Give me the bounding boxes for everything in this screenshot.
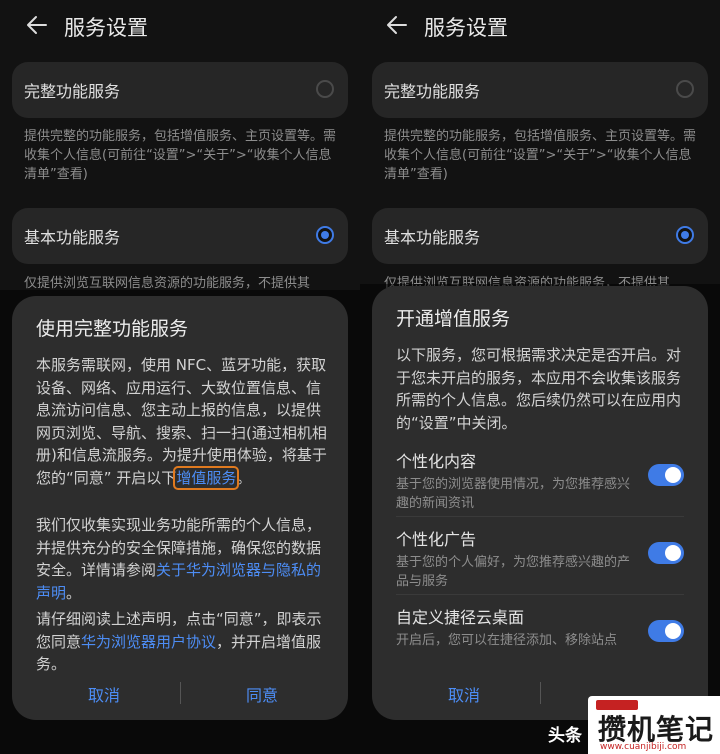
option-personalized-ads: 个性化广告 基于您的个人偏好，为您推荐感兴趣的产品与服务 [396, 526, 684, 591]
dialog-buttons: 取消 同意 [12, 668, 348, 720]
header: 服务设置 [0, 0, 360, 52]
full-service-dialog: 使用完整功能服务 本服务需联网，使用 NFC、蓝牙功能，获取设备、网络、应用运行… [12, 296, 348, 720]
personalized-content-toggle[interactable] [648, 464, 684, 486]
basic-service-radio[interactable] [676, 226, 694, 244]
full-service-desc: 提供完整的功能服务，包括增值服务、主页设置等。需收集个人信息(可前往“设置”>“… [384, 129, 697, 182]
option-title: 个性化内容 [396, 452, 477, 471]
watermark-prefix: 头条 [548, 726, 582, 746]
full-service-label: 完整功能服务 [24, 82, 121, 101]
dialog-title: 使用完整功能服务 [36, 318, 189, 340]
option-divider [396, 516, 684, 517]
option-title: 个性化广告 [396, 530, 477, 549]
option-title: 自定义捷径云桌面 [396, 608, 525, 627]
dialog-paragraph-1: 本服务需联网，使用 NFC、蓝牙功能，获取设备、网络、应用运行、大致位置信息、信… [36, 354, 328, 490]
personalized-ads-toggle[interactable] [648, 542, 684, 564]
dialog-p1-end: 。 [236, 468, 252, 487]
option-desc: 基于您的个人偏好，为您推荐感兴趣的产品与服务 [396, 555, 631, 589]
watermark-logo: 攒机笔记 www.cuanjibiji.com [588, 696, 720, 754]
watermark-url: www.cuanjibiji.com [600, 742, 687, 752]
option-personalized-content: 个性化内容 基于您的浏览器使用情况，为您推荐感兴趣的新闻资讯 [396, 448, 684, 513]
dialog-intro: 以下服务，您可根据需求决定是否开启。对于您未开启的服务，本应用不会收集该服务所需… [396, 346, 682, 432]
basic-service-label: 基本功能服务 [384, 228, 481, 247]
basic-service-option[interactable]: 基本功能服务 [372, 208, 708, 264]
full-service-desc: 提供完整的功能服务，包括增值服务、主页设置等。需收集个人信息(可前往“设置”>“… [24, 129, 337, 182]
header: 服务设置 [360, 0, 720, 52]
watermark: 头条 攒机笔记 www.cuanjibiji.com [548, 688, 720, 754]
basic-service-radio[interactable] [316, 226, 334, 244]
dialog-p1-text: 本服务需联网，使用 NFC、蓝牙功能，获取设备、网络、应用运行、大致位置信息、信… [36, 356, 327, 487]
full-service-option[interactable]: 完整功能服务 [372, 62, 708, 118]
option-desc: 开启后，您可以在捷径添加、移除站点 [396, 633, 618, 648]
full-service-option[interactable]: 完整功能服务 [12, 62, 348, 118]
page-title: 服务设置 [64, 16, 148, 40]
value-added-services-link[interactable]: 增值服务 [173, 465, 240, 490]
basic-service-option[interactable]: 基本功能服务 [12, 208, 348, 264]
option-custom-shortcut-desktop: 自定义捷径云桌面 开启后，您可以在捷径添加、移除站点 [396, 604, 684, 650]
full-service-label: 完整功能服务 [384, 82, 481, 101]
full-service-radio[interactable] [676, 80, 694, 98]
page-title: 服务设置 [424, 16, 508, 40]
left-screen: 服务设置 完整功能服务 提供完整的功能服务，包括增值服务、主页设置等。需收集个人… [0, 0, 360, 754]
dialog-paragraph-2: 我们仅收集实现业务功能所需的个人信息，并提供充分的安全保障措施，确保您的数据安全… [36, 514, 328, 604]
option-desc: 基于您的浏览器使用情况，为您推荐感兴趣的新闻资讯 [396, 477, 631, 511]
option-divider [396, 594, 684, 595]
back-arrow-icon[interactable] [24, 12, 50, 38]
value-added-services-dialog: 开通增值服务 以下服务，您可根据需求决定是否开启。对于您未开启的服务，本应用不会… [372, 286, 708, 720]
custom-shortcut-toggle[interactable] [648, 620, 684, 642]
dialog-p2-end: 。 [66, 583, 82, 602]
cancel-button[interactable]: 取消 [88, 682, 120, 706]
agree-button[interactable]: 同意 [246, 682, 278, 706]
dialog-title: 开通增值服务 [396, 308, 511, 330]
dialog-paragraph-3: 请仔细阅读上述声明，点击“同意”，即表示您同意华为浏览器用户协议，并开启增值服务… [36, 608, 328, 676]
button-divider [540, 682, 541, 704]
user-agreement-link[interactable]: 华为浏览器用户协议 [81, 633, 216, 651]
full-service-radio[interactable] [316, 80, 334, 98]
cancel-button[interactable]: 取消 [448, 682, 480, 706]
button-divider [180, 682, 181, 704]
right-screen: 服务设置 完整功能服务 提供完整的功能服务，包括增值服务、主页设置等。需收集个人… [360, 0, 720, 754]
basic-service-label: 基本功能服务 [24, 228, 121, 247]
back-arrow-icon[interactable] [384, 12, 410, 38]
